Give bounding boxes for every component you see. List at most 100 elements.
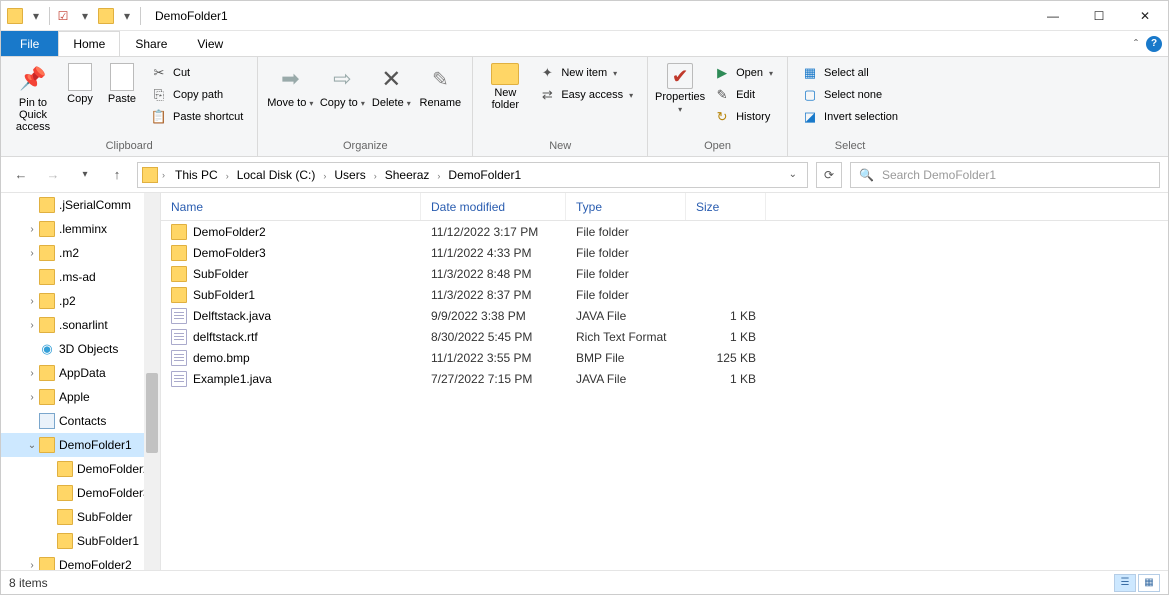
tree-item[interactable]: ›.lemminx <box>1 217 160 241</box>
column-size[interactable]: Size <box>686 193 766 220</box>
tab-home[interactable]: Home <box>58 31 120 56</box>
tree-item[interactable]: .jSerialComm <box>1 193 160 217</box>
select-none-button[interactable]: ▢Select none <box>798 85 902 105</box>
tab-view[interactable]: View <box>182 31 238 56</box>
back-button[interactable]: ← <box>9 163 33 187</box>
breadcrumb-segment[interactable]: Local Disk (C:) <box>231 168 322 182</box>
new-item-button[interactable]: ✦New item ▾ <box>535 63 637 83</box>
paste-shortcut-button[interactable]: 📋Paste shortcut <box>147 107 247 127</box>
new-folder-button[interactable]: New folder <box>479 61 531 113</box>
chevron-right-icon[interactable]: › <box>372 171 379 181</box>
column-date[interactable]: Date modified <box>421 193 566 220</box>
qat-dropdown-icon[interactable]: ▾ <box>76 9 94 23</box>
delete-button[interactable]: ✕ Delete ▾ <box>368 61 414 111</box>
tab-file[interactable]: File <box>1 31 58 56</box>
file-icon <box>171 329 187 345</box>
tree-item[interactable]: SubFolder <box>1 505 160 529</box>
pin-to-quick-access-button[interactable]: 📌 Pin to Quick access <box>7 61 59 135</box>
tree-item[interactable]: ›.m2 <box>1 241 160 265</box>
easy-access-button[interactable]: ⇄Easy access ▾ <box>535 85 637 105</box>
large-icons-view-button[interactable]: ▦ <box>1138 574 1160 592</box>
group-open: ✔ Properties ▾ ▶Open ▾ ✎Edit ↻History Op… <box>648 57 788 156</box>
open-button[interactable]: ▶Open ▾ <box>710 63 777 83</box>
file-name: DemoFolder3 <box>193 246 266 260</box>
expand-icon[interactable]: › <box>25 296 39 307</box>
select-all-button[interactable]: ▦Select all <box>798 63 902 83</box>
tree-item[interactable]: Contacts <box>1 409 160 433</box>
copy-button[interactable]: Copy <box>59 61 101 107</box>
file-row[interactable]: SubFolder111/3/2022 8:37 PMFile folder <box>161 284 1168 305</box>
chevron-down-icon: ▾ <box>678 105 682 114</box>
file-row[interactable]: demo.bmp11/1/2022 3:55 PMBMP File125 KB <box>161 347 1168 368</box>
invert-selection-button[interactable]: ◪Invert selection <box>798 107 902 127</box>
properties-button[interactable]: ✔ Properties ▾ <box>654 61 706 117</box>
paste-button[interactable]: Paste <box>101 61 143 107</box>
breadcrumb-segment[interactable]: DemoFolder1 <box>442 168 527 182</box>
help-icon[interactable]: ? <box>1146 36 1162 52</box>
file-row[interactable]: Example1.java7/27/2022 7:15 PMJAVA File1… <box>161 368 1168 389</box>
folder-icon <box>171 224 187 240</box>
file-row[interactable]: DemoFolder211/12/2022 3:17 PMFile folder <box>161 221 1168 242</box>
expand-icon[interactable]: › <box>25 224 39 235</box>
search-input[interactable] <box>882 168 1151 182</box>
chevron-right-icon[interactable]: › <box>160 170 167 180</box>
expand-icon[interactable]: › <box>25 392 39 403</box>
qat-customize-icon[interactable]: ▾ <box>118 9 136 23</box>
tree-item[interactable]: ⌄DemoFolder1 <box>1 433 160 457</box>
expand-icon[interactable]: ⌄ <box>25 440 39 451</box>
search-box[interactable]: 🔍 <box>850 162 1160 188</box>
chevron-right-icon[interactable]: › <box>224 171 231 181</box>
column-type[interactable]: Type <box>566 193 686 220</box>
tree-item[interactable]: ›Apple <box>1 385 160 409</box>
file-date: 7/27/2022 7:15 PM <box>421 372 566 386</box>
file-icon <box>171 308 187 324</box>
file-row[interactable]: delftstack.rtf8/30/2022 5:45 PMRich Text… <box>161 326 1168 347</box>
tree-item[interactable]: .ms-ad <box>1 265 160 289</box>
tree-item[interactable]: ◉3D Objects <box>1 337 160 361</box>
column-name[interactable]: Name <box>161 193 421 220</box>
breadcrumb-segment[interactable]: Sheeraz <box>379 168 436 182</box>
tree-item[interactable]: ›DemoFolder2 <box>1 553 160 570</box>
tree-item[interactable]: ›.sonarlint <box>1 313 160 337</box>
expand-icon[interactable]: › <box>25 368 39 379</box>
move-to-button[interactable]: ➡ Move to ▾ <box>264 61 316 111</box>
tree-item[interactable]: DemoFolder3 <box>1 481 160 505</box>
file-row[interactable]: Delftstack.java9/9/2022 3:38 PMJAVA File… <box>161 305 1168 326</box>
cut-button[interactable]: ✂Cut <box>147 63 247 83</box>
up-button[interactable]: ↑ <box>105 163 129 187</box>
file-row[interactable]: SubFolder11/3/2022 8:48 PMFile folder <box>161 263 1168 284</box>
copy-to-button[interactable]: ⇨ Copy to ▾ <box>316 61 368 111</box>
address-dropdown-icon[interactable]: ⌄ <box>783 169 803 180</box>
edit-button[interactable]: ✎Edit <box>710 85 777 105</box>
tree-item[interactable]: SubFolder1 <box>1 529 160 553</box>
expand-icon[interactable]: › <box>25 560 39 571</box>
scrollbar-track[interactable] <box>144 193 160 570</box>
tab-share[interactable]: Share <box>120 31 182 56</box>
properties-qat-icon[interactable]: ☑ <box>54 9 72 23</box>
breadcrumb-segment[interactable]: Users <box>328 168 371 182</box>
tree-item[interactable]: ›AppData <box>1 361 160 385</box>
refresh-button[interactable]: ⟳ <box>816 162 842 188</box>
file-name: Example1.java <box>193 372 272 386</box>
qat-dropdown-icon[interactable]: ▾ <box>27 9 45 23</box>
file-row[interactable]: DemoFolder311/1/2022 4:33 PMFile folder <box>161 242 1168 263</box>
address-bar[interactable]: › This PC›Local Disk (C:)›Users›Sheeraz›… <box>137 162 808 188</box>
breadcrumb-segment[interactable]: This PC <box>169 168 224 182</box>
details-view-button[interactable]: ☰ <box>1114 574 1136 592</box>
maximize-button[interactable]: ☐ <box>1076 1 1122 31</box>
history-button[interactable]: ↻History <box>710 107 777 127</box>
forward-button[interactable]: → <box>41 163 65 187</box>
expand-icon[interactable]: › <box>25 248 39 259</box>
navigation-tree[interactable]: .jSerialComm›.lemminx›.m2.ms-ad›.p2›.son… <box>1 193 161 570</box>
scrollbar-thumb[interactable] <box>146 373 158 453</box>
minimize-ribbon-icon[interactable]: ˆ <box>1134 37 1138 51</box>
tree-item[interactable]: DemoFolder2 <box>1 457 160 481</box>
recent-locations-button[interactable]: ▾ <box>73 163 97 187</box>
tree-item[interactable]: ›.p2 <box>1 289 160 313</box>
file-date: 9/9/2022 3:38 PM <box>421 309 566 323</box>
expand-icon[interactable]: › <box>25 320 39 331</box>
copy-path-button[interactable]: ⎘Copy path <box>147 85 247 105</box>
minimize-button[interactable]: — <box>1030 1 1076 31</box>
rename-button[interactable]: ✎ Rename <box>414 61 466 111</box>
close-button[interactable]: ✕ <box>1122 1 1168 31</box>
